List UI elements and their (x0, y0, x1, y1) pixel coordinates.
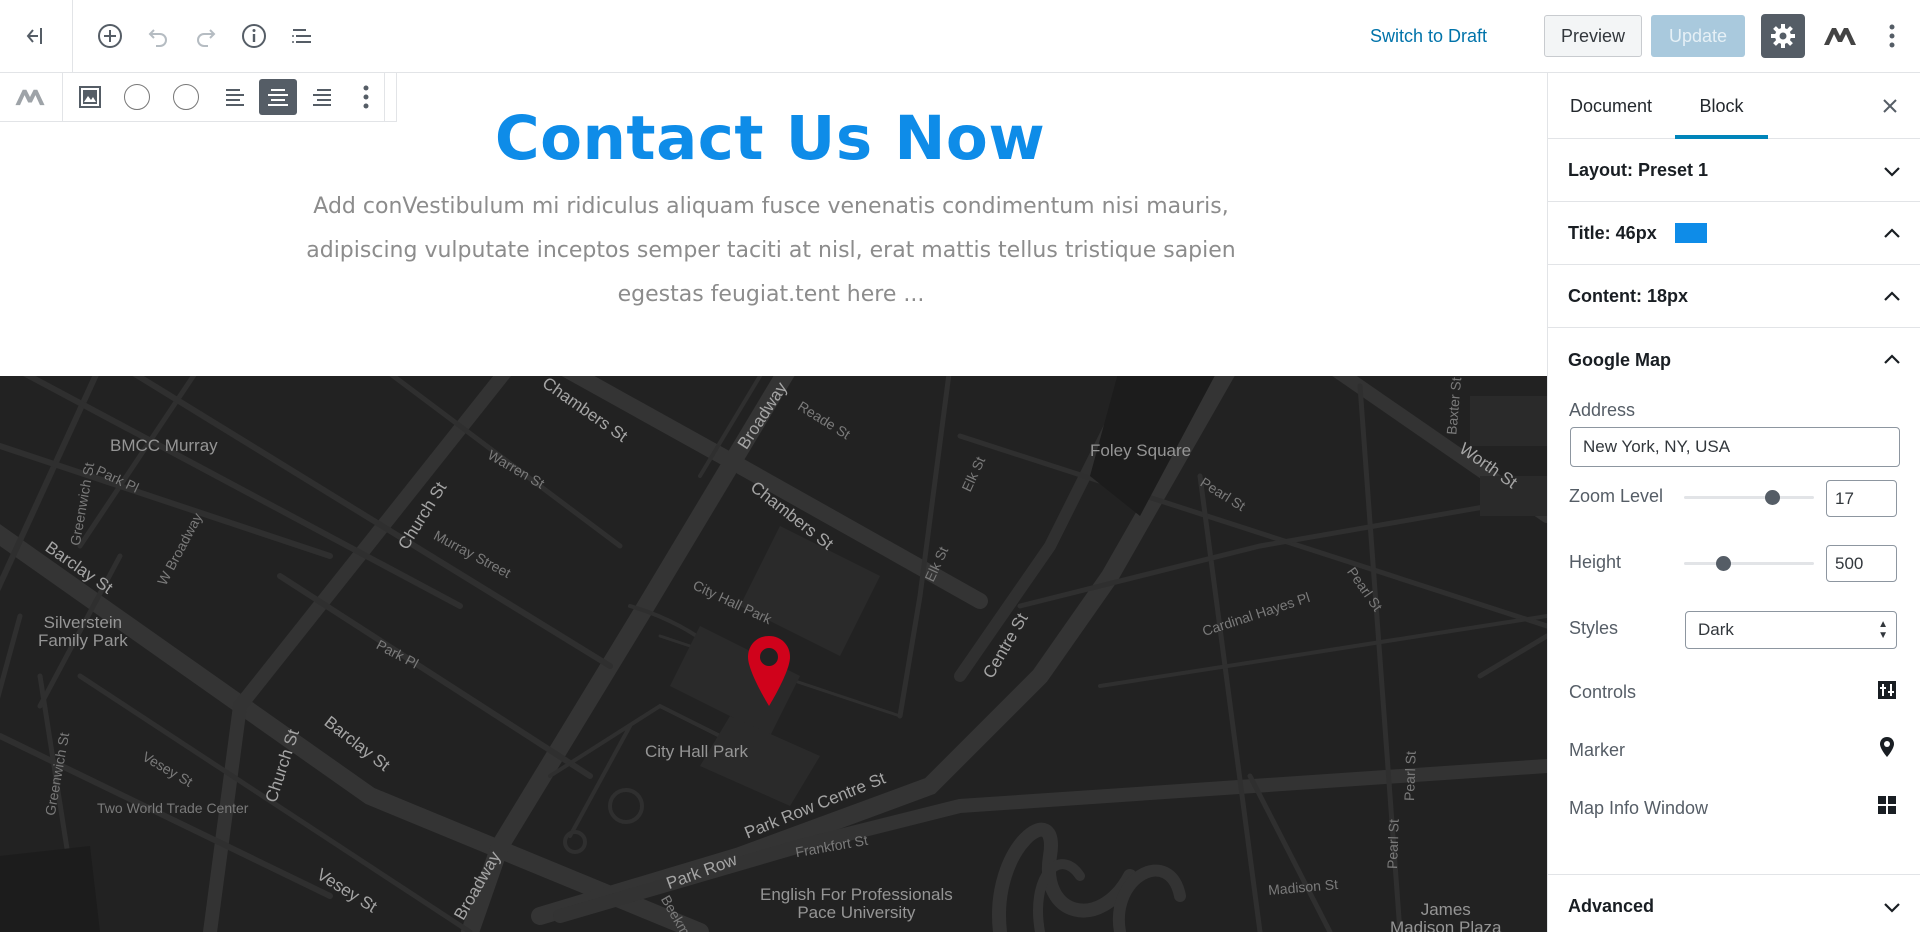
panel-title: Title: 46px (1568, 222, 1657, 243)
image-button[interactable] (71, 79, 109, 115)
sidebar-tabs: Document Block (1548, 73, 1920, 139)
grid-icon (1878, 796, 1896, 814)
panel-layout[interactable]: Layout: Preset 1 (1548, 139, 1920, 202)
google-map[interactable]: Chambers St Broadway Reade St BMCC Murra… (0, 376, 1547, 932)
color-option-1[interactable] (118, 79, 156, 115)
info-icon (242, 24, 266, 48)
block-content[interactable]: Add conVestibulum mi ridiculus aliquam f… (290, 185, 1252, 317)
zoom-level-slider[interactable] (1684, 490, 1814, 505)
redo-button[interactable] (188, 18, 224, 54)
kebab-icon (363, 85, 369, 109)
block-tools-group (63, 73, 385, 121)
settings-sidebar: Document Block Layout: Preset 1 Title: 4… (1547, 73, 1920, 932)
close-sidebar-button[interactable] (1874, 90, 1906, 122)
map-label: James Madison Plaza (1390, 900, 1502, 932)
image-icon (79, 86, 101, 108)
preview-button[interactable]: Preview (1544, 15, 1642, 57)
slider-thumb[interactable] (1765, 490, 1780, 505)
panel-advanced[interactable]: Advanced (1548, 875, 1920, 932)
panel-google-map: Google Map Address Zoom Level Height Sty… (1548, 328, 1920, 875)
exit-icon (26, 28, 42, 44)
controls-label: Controls (1569, 682, 1637, 702)
panel-title-settings[interactable]: Title: 46px (1548, 202, 1920, 265)
map-label: City Hall Park (645, 742, 748, 761)
block-switcher-button[interactable] (11, 79, 49, 115)
styles-label: Styles (1569, 618, 1619, 638)
map-label: Two World Trade Center (97, 800, 249, 816)
panel-title: Advanced (1568, 895, 1655, 916)
block-type-group (0, 73, 63, 121)
info-window-setting-button[interactable] (1876, 794, 1898, 816)
align-center-icon (268, 89, 288, 106)
tab-block[interactable]: Block (1675, 73, 1768, 139)
chevron-up-icon (1884, 291, 1900, 301)
panel-title: Content: 18px (1568, 285, 1689, 306)
m-logo-icon (1824, 28, 1856, 45)
tab-document[interactable]: Document (1570, 73, 1652, 139)
styles-select-value: Dark (1698, 620, 1734, 639)
plugin-logo-button[interactable] (1820, 20, 1860, 52)
map-label: Pearl St (1401, 750, 1419, 802)
exit-editor-button[interactable] (0, 0, 73, 72)
circle-icon (173, 84, 199, 110)
update-button[interactable]: Update (1651, 15, 1745, 57)
switch-to-draft-link[interactable]: Switch to Draft (1370, 22, 1487, 50)
align-left-icon (226, 89, 244, 106)
panel-title[interactable]: Google Map (1568, 350, 1671, 371)
map-info-window-label: Map Info Window (1569, 798, 1709, 818)
map-label: Foley Square (1090, 441, 1192, 460)
panel-title: Layout: Preset 1 (1568, 159, 1709, 180)
map-marker-icon[interactable] (746, 634, 792, 708)
zoom-level-input[interactable] (1826, 480, 1897, 517)
block-toolbar (0, 73, 397, 122)
redo-icon (197, 29, 216, 47)
block-more-options-button[interactable] (351, 79, 381, 115)
address-input[interactable] (1570, 427, 1900, 467)
align-right-button[interactable] (303, 79, 341, 115)
undo-button[interactable] (140, 18, 176, 54)
location-pin-icon (1880, 737, 1894, 757)
slider-thumb[interactable] (1716, 556, 1731, 571)
map-label: Pearl St (1384, 818, 1402, 870)
chevron-up-icon[interactable] (1882, 350, 1902, 370)
kebab-icon (1889, 24, 1895, 48)
plus-circle-icon (98, 24, 122, 48)
styles-select[interactable]: Dark ▲ ▼ (1685, 611, 1897, 649)
editor-header: Switch to Draft Preview Update (0, 0, 1920, 73)
align-right-icon (313, 89, 331, 106)
align-center-button[interactable] (259, 79, 297, 115)
address-label: Address (1569, 400, 1636, 420)
chevron-down-icon (1884, 167, 1900, 177)
add-block-button[interactable] (92, 18, 128, 54)
content-info-button[interactable] (236, 18, 272, 54)
panel-content-settings[interactable]: Content: 18px (1548, 265, 1920, 328)
marker-setting-button[interactable] (1876, 736, 1898, 758)
chevron-up-icon (1884, 228, 1900, 238)
controls-toggle-button[interactable] (1876, 679, 1898, 701)
gear-icon (1771, 24, 1795, 48)
close-icon (1883, 99, 1897, 113)
color-option-2[interactable] (167, 79, 205, 115)
title-color-swatch[interactable] (1674, 223, 1707, 243)
chevron-down-icon (1884, 903, 1900, 913)
controls-icon (1878, 681, 1896, 699)
marker-label: Marker (1569, 740, 1626, 760)
select-arrows-icon: ▲ ▼ (1878, 619, 1888, 641)
list-icon (292, 29, 311, 43)
more-options-button[interactable] (1874, 18, 1910, 54)
map-label: BMCC Murray (110, 436, 218, 455)
settings-button[interactable] (1761, 14, 1805, 58)
undo-icon (148, 29, 167, 47)
map-label: English For Professionals Pace Universit… (760, 885, 953, 922)
align-left-button[interactable] (216, 79, 254, 115)
height-input[interactable] (1826, 545, 1897, 582)
block-navigation-button[interactable] (284, 18, 320, 54)
height-label: Height (1569, 552, 1622, 572)
circle-icon (124, 84, 150, 110)
zoom-level-label: Zoom Level (1569, 486, 1664, 506)
height-slider[interactable] (1684, 556, 1814, 571)
map-label: Silverstein Family Park (38, 613, 128, 650)
m-logo-icon (15, 89, 45, 106)
